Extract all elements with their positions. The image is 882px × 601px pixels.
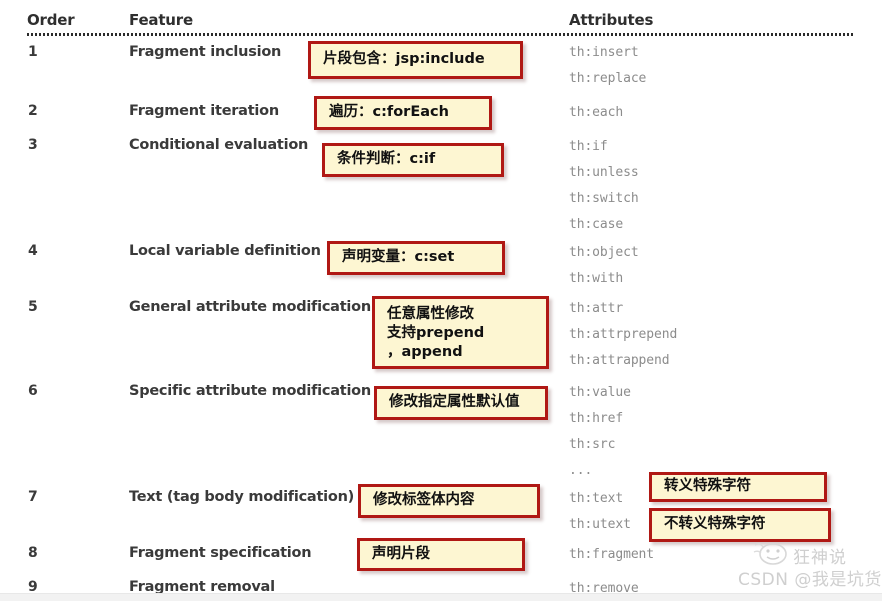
annotation-general-attribute-modification: 任意属性修改 支持prepend ，append [372,296,549,369]
annotation-escape-special-chars: 转义特殊字符 [649,472,827,502]
attribute-item: th:attrprepend [569,327,678,342]
watermark-credit: CSDN @我是坑货 [738,570,882,590]
attribute-item: th:insert [569,45,639,60]
table-row-feature: Fragment inclusion [129,44,282,60]
header-divider [27,33,855,36]
annotation-specific-attribute-modification: 修改指定属性默认值 [374,386,548,420]
attribute-item: th:unless [569,165,639,180]
table-row-feature: Fragment iteration [129,103,279,119]
annotation-fragment-inclusion: 片段包含：jsp:include [308,41,523,79]
table-row-feature: Specific attribute modification [129,383,371,399]
table-row-feature: General attribute modification [129,299,371,315]
attribute-item: th:utext [569,517,631,532]
table-row-order: 1 [28,44,38,60]
attribute-item: th:case [569,217,624,232]
table-row-feature: Conditional evaluation [129,137,309,153]
attribute-item: th:replace [569,71,647,86]
attribute-item: th:src [569,437,616,452]
page-bottom-edge [0,593,882,601]
attribute-item: th:fragment [569,547,654,562]
watermark-brand: 狂神说 [793,548,847,568]
attribute-item: th:if [569,139,608,154]
attribute-item: th:value [569,385,631,400]
annotation-fragment-iteration: 遍历：c:forEach [314,96,492,130]
attribute-item: th:object [569,245,639,260]
annotation-text-body-modification: 修改标签体内容 [358,484,540,518]
column-header-order: Order [27,11,75,29]
table-row-feature: Fragment specification [129,545,312,561]
table-row-order: 4 [28,243,38,259]
column-header-attributes: Attributes [569,11,654,29]
watermark-face-icon [753,543,787,565]
attribute-item: th:switch [569,191,639,206]
annotation-local-variable: 声明变量：c:set [327,241,505,275]
table-row-order: 6 [28,383,38,399]
table-row-order: 2 [28,103,38,119]
table-row-order: 3 [28,137,38,153]
attribute-item: th:text [569,491,624,506]
attribute-item: th:with [569,271,624,286]
table-row-order: 5 [28,299,38,315]
annotation-conditional-evaluation: 条件判断：c:if [322,143,504,177]
attribute-item: ... [569,463,593,478]
attribute-item: th:attrappend [569,353,670,368]
table-row-feature: Text (tag body modification) [129,489,355,505]
table-row-feature: Local variable definition [129,243,321,259]
attribute-item: th:attr [569,301,624,316]
annotation-fragment-specification: 声明片段 [357,538,525,571]
attribute-item: th:each [569,105,624,120]
attribute-item: th:href [569,411,624,426]
table-row-order: 8 [28,545,38,561]
column-header-feature: Feature [129,11,193,29]
table-row-order: 7 [28,489,38,505]
thymeleaf-attributes-table-page: Order Feature Attributes 1 2 3 4 5 6 7 8… [0,0,882,601]
annotation-unescape-special-chars: 不转义特殊字符 [649,508,831,542]
